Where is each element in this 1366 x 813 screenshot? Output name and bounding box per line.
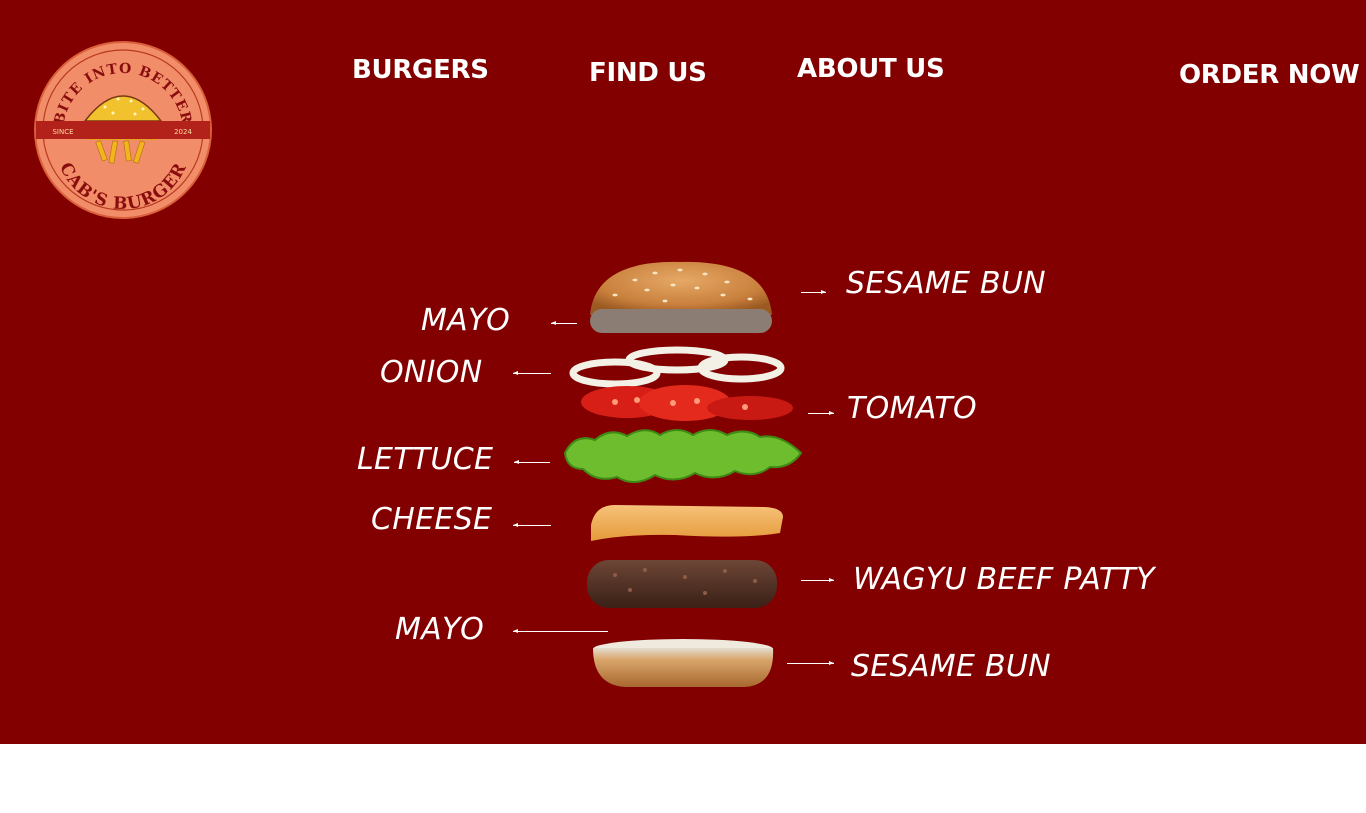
arrow-right-icon — [801, 290, 826, 294]
top-bun — [590, 261, 772, 333]
label-wagyu-beef-patty: WAGYU BEEF PATTY — [853, 562, 1155, 597]
nav-order-now[interactable]: ORDER NOW — [1179, 60, 1360, 90]
arrow-left-icon — [551, 321, 577, 325]
arrow-right-icon — [787, 661, 834, 665]
label-mayo-top: MAYO — [421, 303, 511, 338]
lettuce-leaf — [563, 429, 803, 483]
nav-about-us[interactable]: ABOUT US — [797, 54, 945, 84]
burger-layers-illustration — [563, 261, 803, 687]
arrow-left-icon — [513, 371, 551, 375]
label-cheese: CHEESE — [371, 502, 493, 537]
label-mayo-bottom: MAYO — [395, 612, 485, 647]
wagyu-patty — [587, 560, 777, 608]
label-bottom-sesame-bun: SESAME BUN — [851, 649, 1051, 684]
arrow-left-icon — [513, 629, 608, 633]
tomato-slices — [581, 385, 793, 421]
cabs-burger-logo[interactable]: BITE INTO BETTER SINCE 2024 CAB'S BURGER — [33, 41, 213, 219]
year-label: 2024 — [174, 128, 192, 136]
label-tomato: TOMATO — [847, 391, 977, 426]
onion-rings — [569, 346, 785, 388]
since-label: SINCE — [52, 128, 73, 136]
label-lettuce: LETTUCE — [357, 442, 494, 477]
label-onion: ONION — [380, 355, 483, 390]
arrow-left-icon — [514, 460, 550, 464]
nav-burgers[interactable]: BURGERS — [352, 55, 489, 85]
label-top-sesame-bun: SESAME BUN — [846, 266, 1046, 301]
hero-section: BITE INTO BETTER SINCE 2024 CAB'S BURGER… — [0, 0, 1366, 744]
nav-find-us[interactable]: FIND US — [589, 58, 707, 88]
arrow-right-icon — [801, 578, 834, 582]
arrow-left-icon — [513, 523, 551, 527]
cheese-slice — [591, 505, 783, 541]
arrow-right-icon — [808, 411, 834, 415]
bottom-bun — [593, 639, 774, 687]
